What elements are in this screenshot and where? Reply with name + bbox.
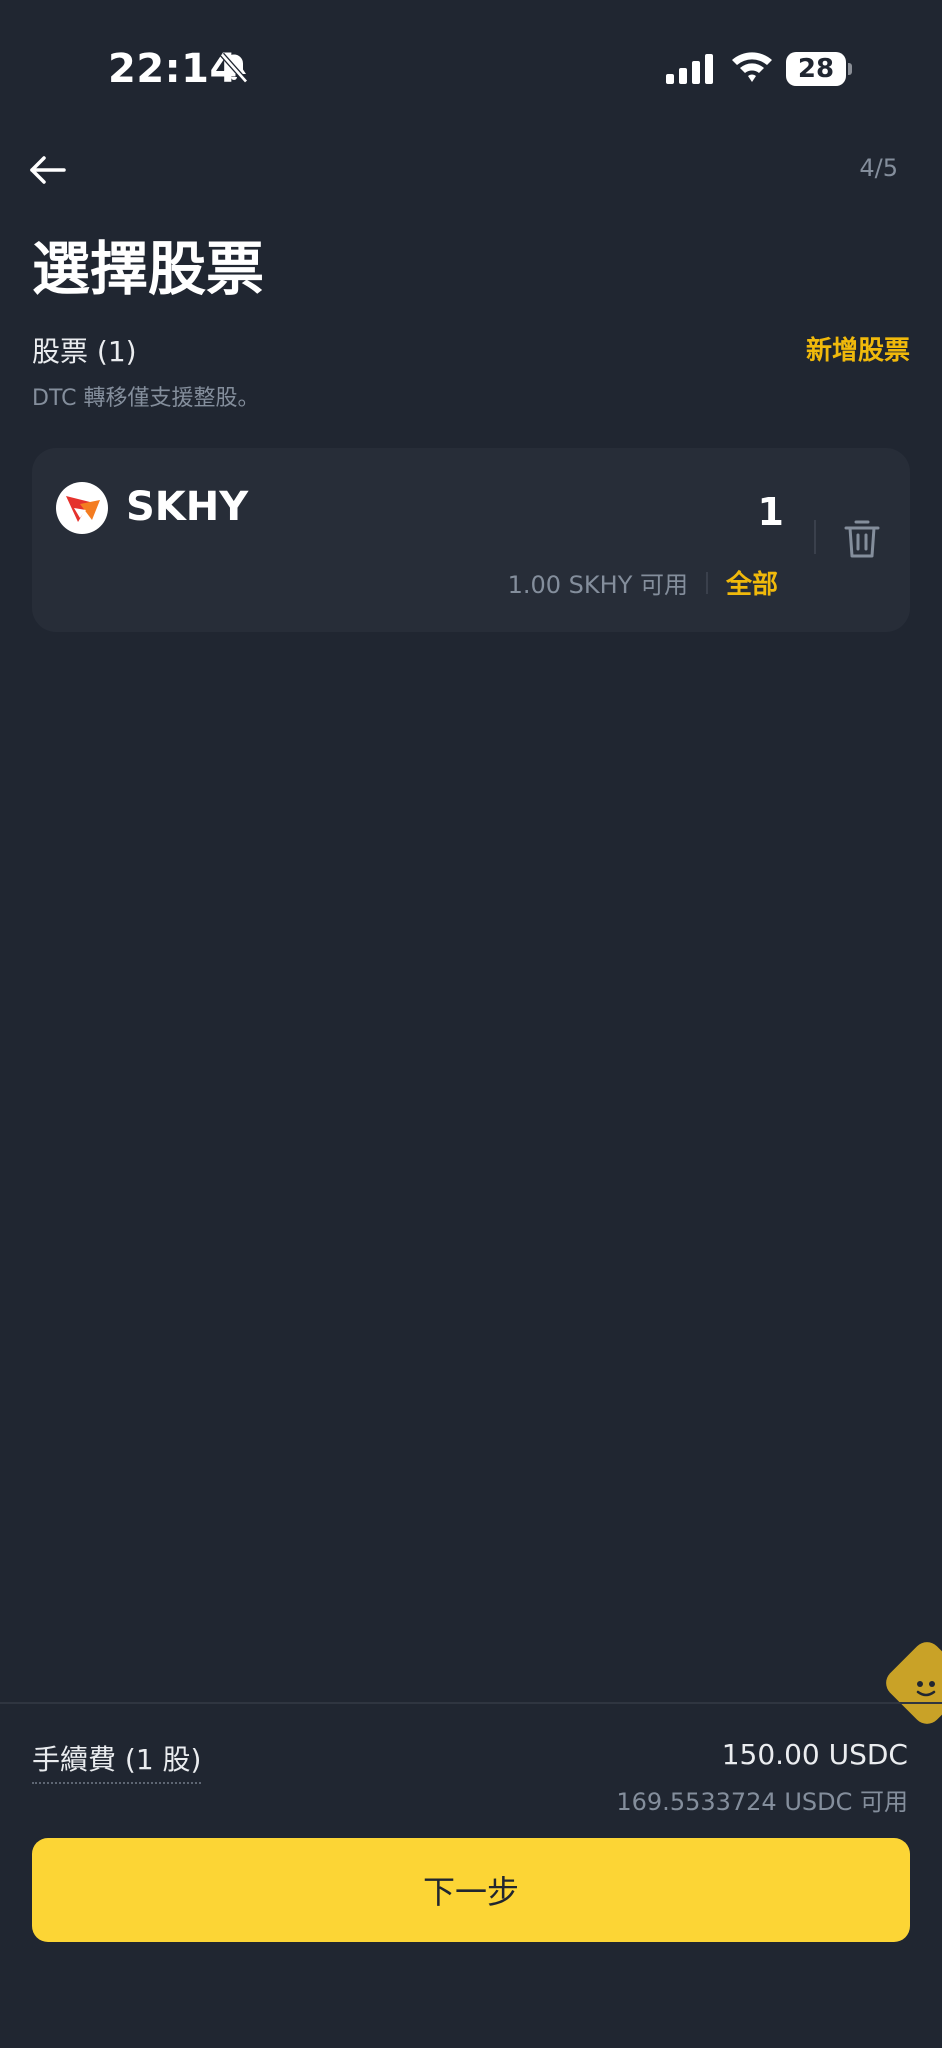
step-indicator: 4/5	[859, 154, 898, 182]
signal-icon	[666, 54, 713, 84]
divider	[705, 571, 708, 594]
arrow-left-icon[interactable]	[26, 148, 70, 192]
fee-available-balance: 169.5533724 USDC 可用	[616, 1788, 908, 1816]
bell-slash-icon	[220, 52, 248, 84]
status-bar: 22:14 28	[0, 0, 942, 140]
dtc-hint-text: DTC 轉移僅支援整股。	[32, 386, 260, 411]
footer-divider	[0, 1702, 942, 1704]
add-stock-button[interactable]: 新增股票	[806, 330, 910, 367]
divider	[814, 520, 816, 554]
available-balance: 1.00 SKHY 可用	[507, 571, 688, 599]
stock-symbol: SKHY	[126, 484, 249, 530]
battery-cap	[848, 63, 852, 75]
trash-icon[interactable]	[842, 518, 882, 560]
max-button[interactable]: 全部	[726, 564, 778, 601]
fee-value: 150.00 USDC	[721, 1738, 908, 1771]
next-step-button[interactable]: 下一步	[32, 1838, 910, 1942]
select-stock-page: 22:14 28 4/5 選擇股票 股票 (1) 新增股票 DTC 轉移僅支援整…	[0, 0, 942, 2048]
fee-label[interactable]: 手續費 (1 股)	[32, 1738, 202, 1784]
skhy-logo-icon	[56, 482, 108, 534]
quantity-input[interactable]	[584, 486, 784, 538]
stocks-section-label: 股票 (1)	[32, 335, 137, 368]
available-row: 1.00 SKHY 可用 全部	[508, 564, 778, 601]
stock-card: SKHY 1.00 SKHY 可用 全部	[32, 448, 910, 632]
battery-level: 28	[786, 52, 846, 86]
page-title: 選擇股票	[32, 235, 265, 303]
wifi-icon	[732, 52, 772, 82]
battery-icon: 28	[786, 52, 852, 86]
smiley-icon	[916, 1681, 936, 1697]
